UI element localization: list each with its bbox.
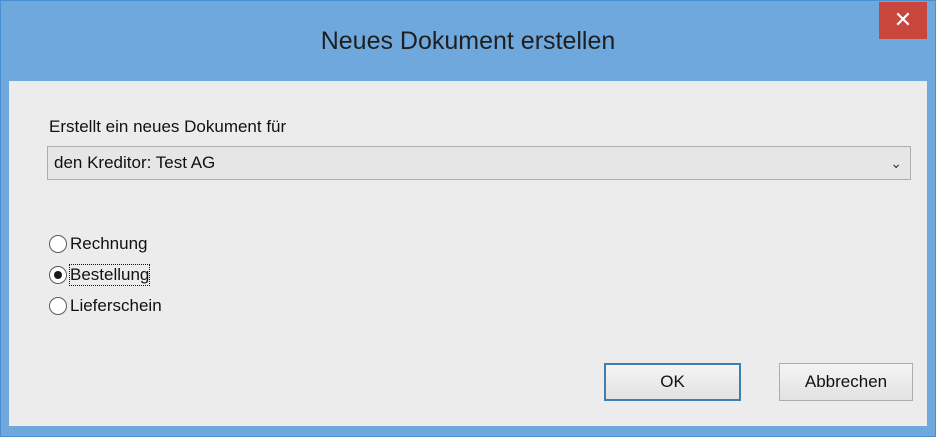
radio-label: Rechnung: [70, 234, 148, 253]
close-icon: ✕: [893, 7, 913, 32]
radio-lieferschein[interactable]: Lieferschein: [49, 293, 162, 319]
ok-button[interactable]: OK: [604, 363, 741, 401]
target-select-value: den Kreditor: Test AG: [54, 153, 216, 172]
cancel-button[interactable]: Abbrechen: [779, 363, 913, 401]
radio-button[interactable]: [49, 235, 67, 253]
radio-label: Bestellung: [68, 264, 151, 286]
close-button[interactable]: ✕: [879, 2, 927, 39]
title-bar[interactable]: Neues Dokument erstellen ✕: [1, 1, 935, 81]
radio-bestellung[interactable]: Bestellung: [49, 262, 151, 288]
dialog-content: Erstellt ein neues Dokument für den Kred…: [9, 81, 927, 426]
radio-rechnung[interactable]: Rechnung: [49, 231, 148, 257]
prompt-label: Erstellt ein neues Dokument für: [49, 117, 287, 136]
dialog-title: Neues Dokument erstellen: [320, 27, 616, 55]
dialog-window: Neues Dokument erstellen ✕ Erstellt ein …: [0, 0, 936, 437]
chevron-down-icon: ⌄: [890, 155, 902, 171]
radio-button-checked[interactable]: [49, 266, 67, 284]
radio-label: Lieferschein: [70, 296, 162, 315]
target-select[interactable]: den Kreditor: Test AG ⌄: [47, 146, 911, 180]
radio-button[interactable]: [49, 297, 67, 315]
